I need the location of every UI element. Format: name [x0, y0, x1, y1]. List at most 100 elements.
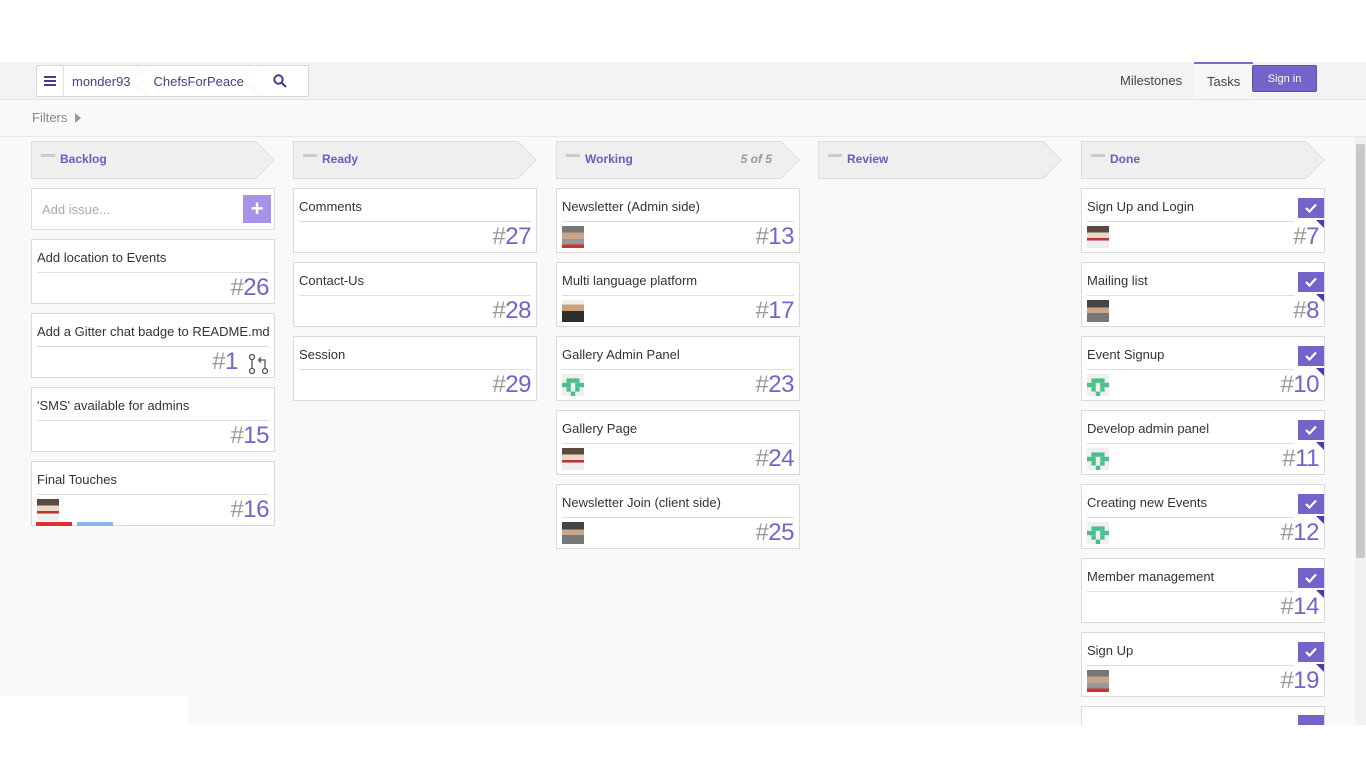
label-red[interactable]: [36, 522, 72, 526]
issue-card[interactable]: Comments #27: [293, 188, 537, 253]
issue-card[interactable]: Newsletter Join (client side) #25: [556, 484, 800, 549]
column-ready: Ready Comments #27 Contact-Us #28 Sessio…: [293, 141, 537, 401]
issue-card[interactable]: Gallery Page #24: [556, 410, 800, 475]
avatar[interactable]: [562, 374, 584, 396]
issue-number[interactable]: #19: [1280, 667, 1319, 695]
checkmark-icon[interactable]: [1298, 494, 1324, 514]
issue-number[interactable]: #1: [212, 348, 238, 376]
issue-number[interactable]: #23: [755, 371, 794, 399]
avatar[interactable]: [1087, 300, 1109, 322]
divider: [37, 346, 269, 347]
breadcrumb-repo[interactable]: ChefsForPeace: [146, 66, 261, 96]
issue-number[interactable]: #13: [755, 223, 794, 251]
avatar[interactable]: [562, 226, 584, 248]
checkmark-icon[interactable]: [1298, 272, 1324, 292]
breadcrumb-owner[interactable]: monder93: [64, 66, 147, 96]
issue-card[interactable]: Contact-Us #28: [293, 262, 537, 327]
issue-title: Newsletter (Admin side): [562, 199, 700, 214]
issue-title: Member management: [1087, 569, 1215, 584]
avatar[interactable]: [1087, 522, 1109, 544]
checkmark-icon[interactable]: [1298, 198, 1324, 218]
issue-number[interactable]: #8: [1293, 297, 1319, 325]
issue-number[interactable]: #11: [1282, 445, 1319, 473]
column-header[interactable]: Ready: [293, 141, 537, 179]
collapse-icon[interactable]: [41, 154, 55, 157]
issue-card[interactable]: Add location to Events #26: [31, 239, 275, 304]
column-backlog: Backlog Add issue... + Add location to E…: [31, 141, 275, 526]
issue-title: Develop admin panel: [1087, 421, 1210, 436]
issue-number[interactable]: #14: [1280, 593, 1319, 621]
issue-card[interactable]: Creating new Events #12: [1081, 484, 1325, 549]
issue-number[interactable]: #27: [492, 223, 531, 251]
issue-number[interactable]: #15: [230, 422, 269, 450]
divider: [562, 517, 794, 518]
avatar[interactable]: [1087, 226, 1109, 248]
issue-number[interactable]: #12: [1280, 519, 1319, 547]
issue-title: Event Signup: [1087, 347, 1165, 362]
sign-in-button[interactable]: Sign in: [1252, 65, 1317, 92]
avatar[interactable]: [1087, 448, 1109, 470]
checkmark-icon[interactable]: [1298, 568, 1324, 588]
issue-card[interactable]: Event Signup #10: [1081, 336, 1325, 401]
scrollbar-thumb[interactable]: [1356, 144, 1365, 558]
nav-milestones[interactable]: Milestones: [1120, 73, 1182, 88]
column-header[interactable]: Working 5 of 5: [556, 141, 800, 179]
divider: [37, 420, 269, 421]
column-header[interactable]: Review: [818, 141, 1062, 179]
column-header[interactable]: Backlog: [31, 141, 275, 179]
add-issue-button[interactable]: +: [243, 195, 271, 223]
collapse-icon[interactable]: [566, 154, 580, 157]
checkmark-icon[interactable]: [1298, 642, 1324, 662]
label-blue[interactable]: [77, 522, 113, 526]
issue-card[interactable]: Gallery Admin Panel #23: [556, 336, 800, 401]
issue-card[interactable]: Final Touches #16: [31, 461, 275, 526]
column-header[interactable]: Done: [1081, 141, 1325, 179]
collapse-icon[interactable]: [828, 154, 842, 157]
avatar[interactable]: [562, 522, 584, 544]
issue-card[interactable]: Member management #14: [1081, 558, 1325, 623]
issue-number[interactable]: #26: [230, 274, 269, 302]
avatar[interactable]: [37, 499, 59, 521]
add-issue-field[interactable]: Add issue... +: [31, 188, 275, 230]
divider: [1087, 221, 1294, 222]
avatar[interactable]: [562, 300, 584, 322]
issue-number[interactable]: #16: [230, 496, 269, 524]
issue-title: Mailing list: [1087, 273, 1148, 288]
issue-number[interactable]: #29: [492, 371, 531, 399]
issue-card[interactable]: Sign Up #19: [1081, 632, 1325, 697]
avatar[interactable]: [1087, 374, 1109, 396]
checkmark-icon[interactable]: [1298, 715, 1324, 725]
checkmark-icon[interactable]: [1298, 420, 1324, 440]
issue-number[interactable]: #10: [1280, 371, 1319, 399]
issue-card[interactable]: 'SMS' available for admins #15: [31, 387, 275, 452]
collapse-icon[interactable]: [303, 154, 317, 157]
issue-card[interactable]: Develop admin panel #11: [1081, 410, 1325, 475]
divider: [37, 494, 269, 495]
issue-card[interactable]: Mailing list #8: [1081, 262, 1325, 327]
menu-icon[interactable]: [37, 66, 64, 96]
divider: [562, 221, 794, 222]
issue-number[interactable]: #24: [755, 445, 794, 473]
issue-number[interactable]: #17: [755, 297, 794, 325]
divider: [1087, 517, 1294, 518]
search-icon[interactable]: [265, 66, 295, 96]
issue-card[interactable]: Session #29: [293, 336, 537, 401]
issue-title: 'SMS' available for admins: [37, 398, 190, 413]
issue-card[interactable]: Multi language platform #17: [556, 262, 800, 327]
issue-card[interactable]: Sign Up and Login #7: [1081, 188, 1325, 253]
issue-card[interactable]: Newsletter (Admin side) #13: [556, 188, 800, 253]
collapse-icon[interactable]: [1091, 154, 1105, 157]
checkmark-icon[interactable]: [1298, 346, 1324, 366]
issue-number[interactable]: #25: [755, 519, 794, 547]
issue-number[interactable]: #28: [492, 297, 531, 325]
avatar[interactable]: [1087, 670, 1109, 692]
issue-number[interactable]: #7: [1293, 223, 1319, 251]
nav-tasks[interactable]: Tasks: [1194, 62, 1254, 99]
avatar[interactable]: [562, 448, 584, 470]
filters-toggle[interactable]: Filters: [32, 110, 82, 125]
pull-request-icon[interactable]: [248, 353, 270, 379]
issue-card-partial[interactable]: [1081, 706, 1325, 725]
top-bar: monder93 ChefsForPeace Milestones Tasks …: [0, 62, 1366, 100]
issue-title: Sign Up and Login: [1087, 199, 1194, 214]
issue-card[interactable]: Add a Gitter chat badge to README.md #1: [31, 313, 275, 378]
